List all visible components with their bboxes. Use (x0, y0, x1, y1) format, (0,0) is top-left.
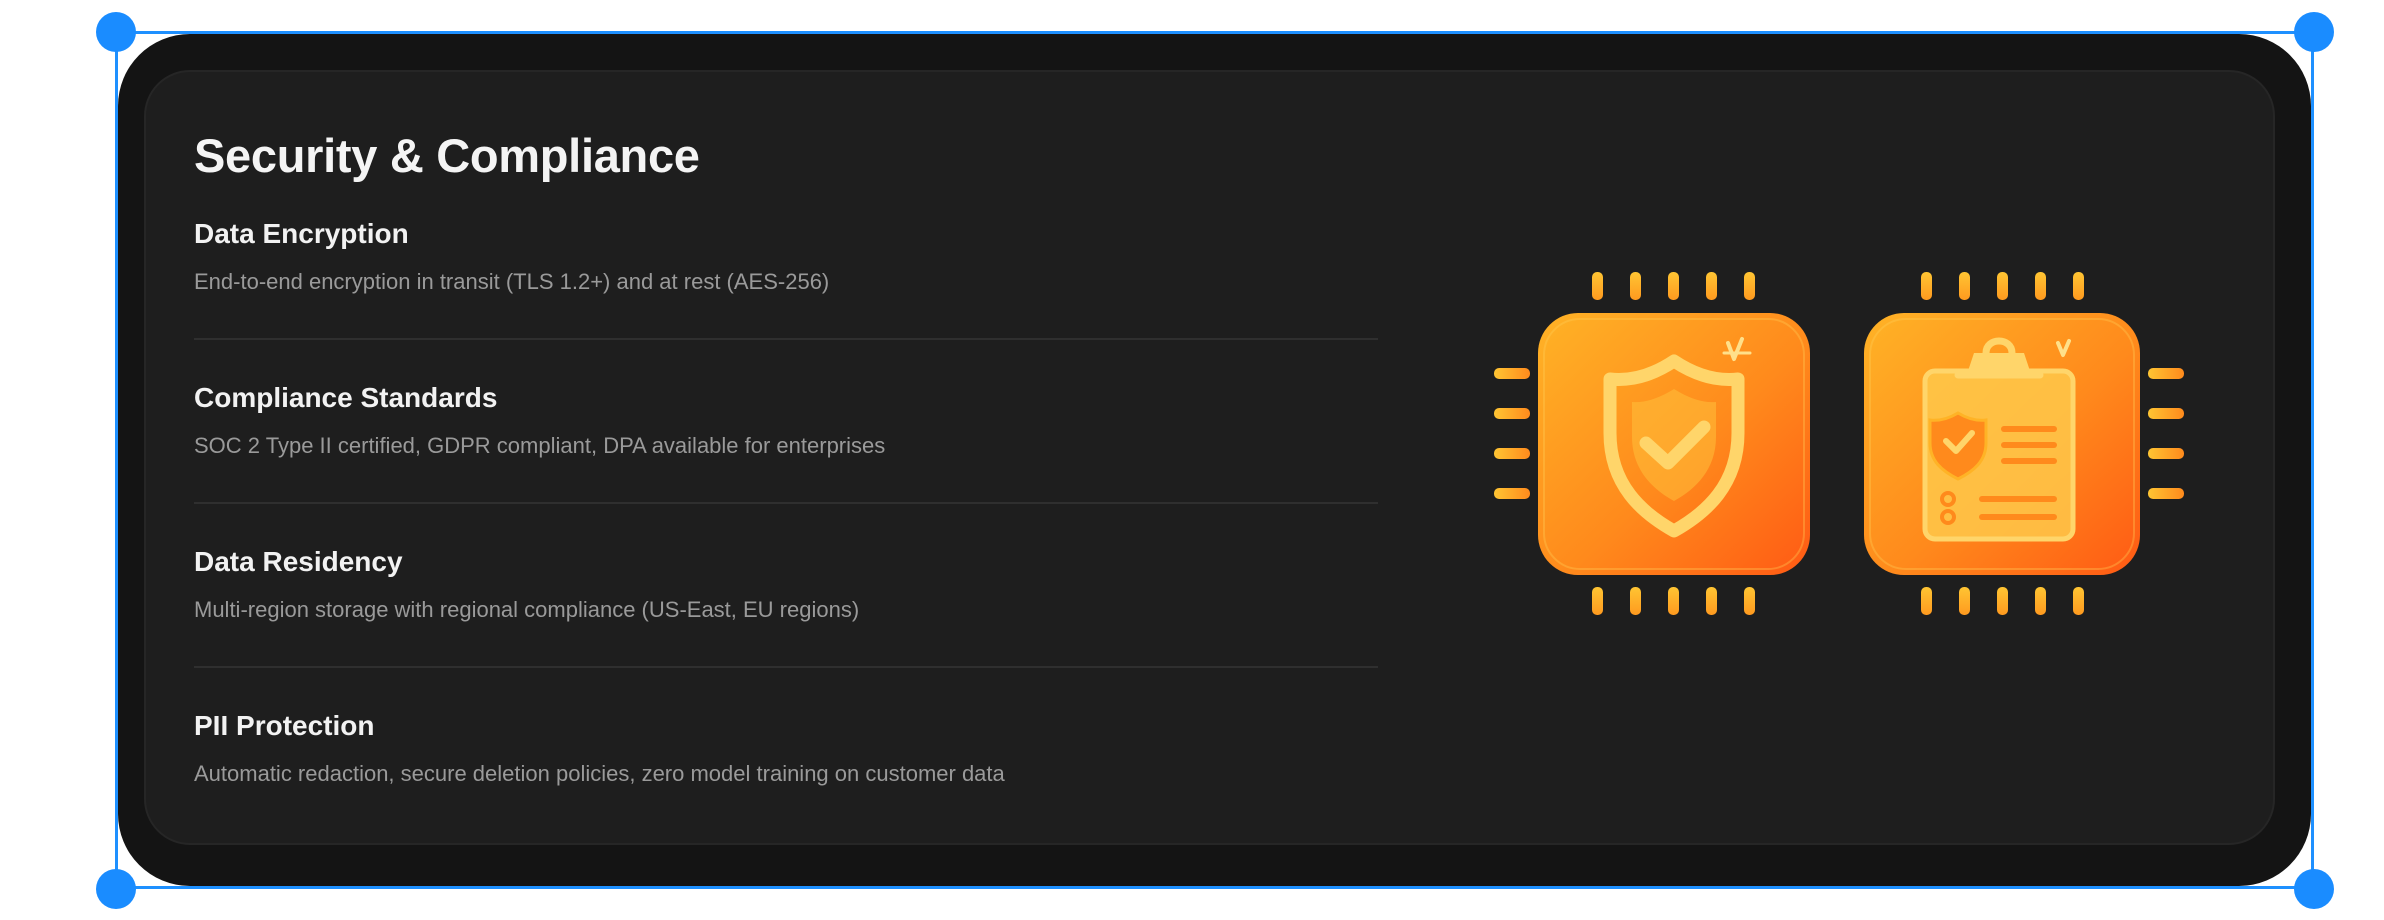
feature-item-data-encryption: Data Encryption End-to-end encryption in… (194, 218, 1378, 295)
shield-check-chip-icon (1494, 272, 1810, 615)
resize-handle-bottom-right[interactable] (2294, 869, 2334, 909)
resize-handle-top-left[interactable] (96, 12, 136, 52)
resize-handle-top-right[interactable] (2294, 12, 2334, 52)
feature-item-data-residency: Data Residency Multi-region storage with… (194, 546, 1378, 623)
feature-title: PII Protection (194, 710, 375, 741)
feature-item-pii-protection: PII Protection Automatic redaction, secu… (194, 710, 1378, 787)
feature-description: Multi-region storage with regional compl… (194, 597, 860, 622)
divider (194, 502, 1378, 504)
clipboard-shield-chip-icon (1864, 272, 2184, 615)
canvas: Security & Compliance Data Encryption En… (0, 0, 2384, 920)
feature-description: SOC 2 Type II certified, GDPR compliant,… (194, 433, 886, 458)
feature-description: End-to-end encryption in transit (TLS 1.… (194, 269, 830, 294)
feature-title: Data Encryption (194, 218, 409, 249)
divider (194, 338, 1378, 340)
section-title: Security & Compliance (194, 129, 700, 182)
feature-description: Automatic redaction, secure deletion pol… (194, 761, 1005, 786)
divider (194, 666, 1378, 668)
feature-title: Data Residency (194, 546, 403, 577)
security-chips-illustration (1480, 265, 2200, 625)
feature-title: Compliance Standards (194, 382, 498, 413)
feature-item-compliance-standards: Compliance Standards SOC 2 Type II certi… (194, 382, 1378, 459)
resize-handle-bottom-left[interactable] (96, 869, 136, 909)
